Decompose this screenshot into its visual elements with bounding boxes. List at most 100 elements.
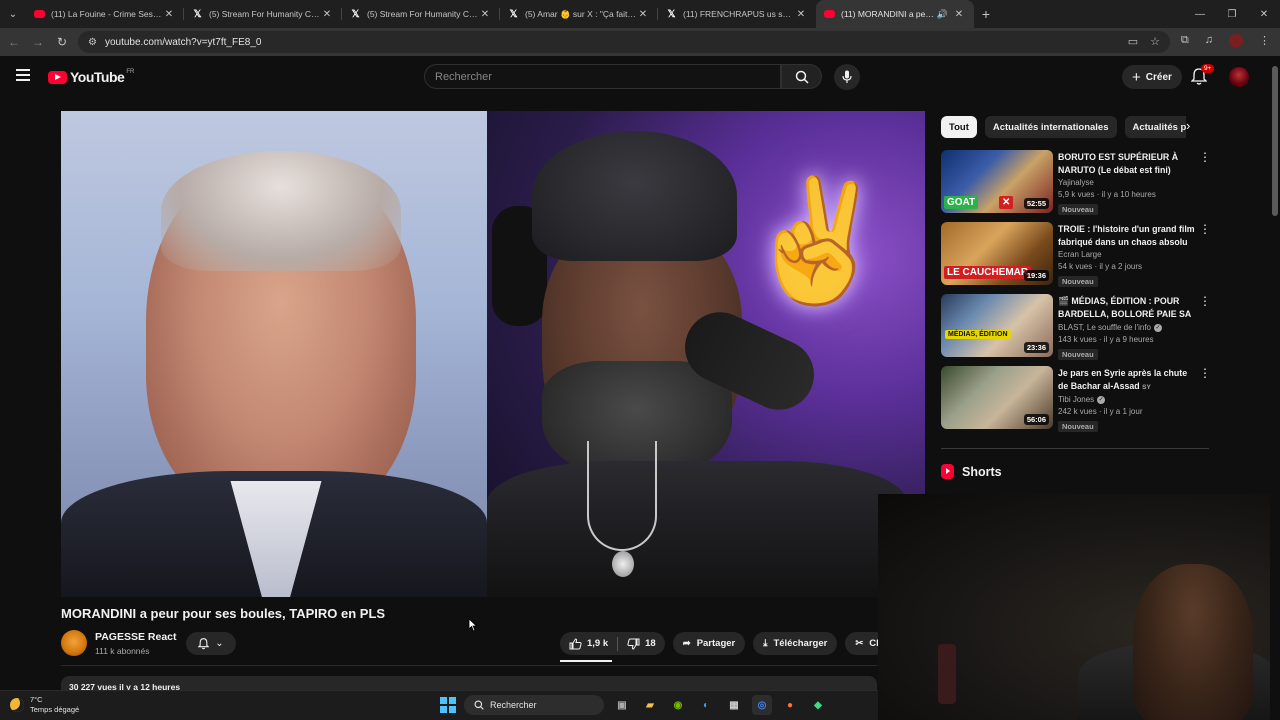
tab-title: (5) Stream For Humanity Clips s	[367, 9, 478, 19]
voice-search-button[interactable]	[834, 64, 860, 90]
divider	[61, 665, 877, 666]
video-player[interactable]: ✌	[61, 111, 925, 597]
task-view-icon[interactable]: ▣	[612, 695, 632, 715]
tab-close-icon[interactable]: ✕	[794, 9, 808, 20]
weather-widget[interactable]: 7°C Temps dégagé	[10, 695, 79, 715]
back-icon[interactable]: ←	[2, 35, 26, 49]
channel-avatar[interactable]	[61, 630, 87, 656]
browser-tab[interactable]: 𝕏 (5) Stream For Humanity Clips s ✕	[342, 0, 500, 28]
recommendation-item[interactable]: GOAT ✕ 52:55 BORUTO EST SUPÉRIEUR À NARU…	[941, 150, 1211, 215]
new-tab-button[interactable]: +	[974, 6, 998, 22]
more-options-icon[interactable]: ⋮	[1199, 295, 1211, 307]
shorts-icon	[941, 464, 954, 479]
recommendation-title[interactable]: BORUTO EST SUPÉRIEUR À NARUTO (Le débat …	[1058, 151, 1198, 176]
menu-icon[interactable]	[16, 69, 30, 81]
download-label: Télécharger	[773, 638, 828, 649]
notifications-button[interactable]: 9+	[1190, 64, 1215, 88]
youtube-logo[interactable]: YouTube FR	[48, 69, 134, 85]
chip-all[interactable]: Tout	[941, 116, 977, 138]
tab-close-icon[interactable]: ✕	[162, 9, 176, 20]
file-explorer-icon[interactable]: ▰	[640, 695, 660, 715]
recommendation-channel[interactable]: Yajinalyse	[1058, 178, 1198, 187]
windows-start-icon[interactable]	[440, 697, 456, 713]
video-thumbnail[interactable]: 56:06	[941, 366, 1053, 429]
nvidia-icon[interactable]: ◉	[668, 695, 688, 715]
chevron-right-icon[interactable]: ›	[1186, 118, 1190, 133]
browser-tab-active[interactable]: (11) MORANDINI a peur pou 🔊 ✕	[816, 0, 974, 28]
recommendation-title[interactable]: 🎬 MÉDIAS, ÉDITION : POUR BARDELLA, BOLLO…	[1058, 295, 1198, 321]
cast-icon[interactable]: ▭	[1128, 35, 1138, 48]
more-options-icon[interactable]: ⋮	[1199, 223, 1211, 235]
tab-close-icon[interactable]: ✕	[636, 9, 650, 20]
store-icon[interactable]: ▦	[724, 695, 744, 715]
mouse-cursor-icon	[468, 618, 478, 632]
recommendation-item[interactable]: MÉDIAS, ÉDITION 23:36 🎬 MÉDIAS, ÉDITION …	[941, 294, 1211, 360]
edge-icon[interactable]: ◐	[696, 695, 716, 715]
app-icon[interactable]: ◆	[808, 695, 828, 715]
x-icon: 𝕏	[667, 8, 676, 20]
browser-menu-icon[interactable]: ⋮	[1259, 34, 1270, 48]
neon-peace-sign: ✌	[742, 174, 892, 308]
tab-search-icon[interactable]: ⌄	[0, 0, 26, 28]
divider	[941, 448, 1209, 449]
download-button[interactable]: ⤓ Télécharger	[753, 632, 838, 655]
media-controls-icon[interactable]: ♫	[1205, 34, 1213, 48]
recommendation-channel[interactable]: BLAST, Le souffle de l'info ✓	[1058, 323, 1198, 332]
scrollbar-thumb[interactable]	[1272, 66, 1278, 216]
tab-close-icon[interactable]: ✕	[478, 9, 492, 20]
subscribed-bell-button[interactable]: ⌄	[186, 632, 236, 655]
subscriber-count: 111 k abonnés	[95, 646, 150, 656]
browser-tab[interactable]: 𝕏 (5) Amar 👶 sur X : "Ça fait des ✕	[500, 0, 658, 28]
profile-avatar[interactable]	[1229, 34, 1243, 48]
recommendation-title[interactable]: TROIE : l'histoire d'un grand film fabri…	[1058, 223, 1198, 248]
reload-icon[interactable]: ↻	[50, 35, 74, 49]
video-thumbnail[interactable]: MÉDIAS, ÉDITION 23:36	[941, 294, 1053, 357]
search-placeholder: Rechercher	[435, 70, 492, 83]
more-options-icon[interactable]: ⋮	[1199, 151, 1211, 163]
chip-political-news[interactable]: Actualités po	[1124, 116, 1186, 138]
chrome-icon[interactable]: ◎	[752, 695, 772, 715]
tab-close-icon[interactable]: ✕	[320, 9, 334, 20]
search-button[interactable]	[781, 64, 822, 89]
speaker-icon[interactable]: 🔊	[937, 9, 948, 20]
close-window-icon[interactable]: ✕	[1248, 0, 1280, 28]
taskbar-search[interactable]: Rechercher	[464, 695, 604, 715]
search-input[interactable]: Rechercher	[424, 64, 781, 89]
channel-name: BLAST, Le souffle de l'info	[1058, 323, 1151, 332]
browser-tab[interactable]: 𝕏 (11) FRENCHRAPUS us sur X : " ✕	[658, 0, 816, 28]
weather-condition: Temps dégagé	[30, 705, 80, 714]
youtube-icon	[824, 10, 835, 18]
site-info-icon[interactable]: ⚙	[88, 37, 97, 48]
recommendation-item[interactable]: 56:06 Je pars en Syrie après la chute de…	[941, 366, 1211, 432]
url-field[interactable]: ⚙ youtube.com/watch?v=yt7ft_FE8_0 ▭ ☆	[78, 31, 1170, 53]
chip-international-news[interactable]: Actualités internationales	[984, 116, 1117, 138]
recommendation-channel[interactable]: Ecran Large	[1058, 250, 1198, 259]
dislike-button[interactable]: 18	[618, 632, 665, 655]
account-avatar[interactable]	[1229, 67, 1249, 87]
browser-tab[interactable]: (11) La Fouine - Crime Session - ✕	[26, 0, 184, 28]
tab-close-icon[interactable]: ✕	[952, 9, 966, 20]
firefox-icon[interactable]: ●	[780, 695, 800, 715]
more-options-icon[interactable]: ⋮	[1199, 367, 1211, 379]
forward-icon[interactable]: →	[26, 35, 50, 49]
maximize-icon[interactable]: ❐	[1216, 0, 1248, 28]
browser-tab[interactable]: 𝕏 (5) Stream For Humanity Clips sur ✕	[184, 0, 342, 28]
bookmark-star-icon[interactable]: ☆	[1150, 35, 1160, 48]
channel-name[interactable]: PAGESSE React	[95, 631, 177, 643]
recommendation-meta: 242 k vues · il y a 1 jour	[1058, 407, 1143, 416]
video-thumbnail[interactable]: GOAT ✕ 52:55	[941, 150, 1053, 213]
x-icon: 𝕏	[351, 8, 360, 20]
create-button[interactable]: + Créer	[1122, 65, 1182, 89]
youtube-masthead: YouTube FR Rechercher + Créer 9+	[0, 56, 1270, 98]
scissors-icon: ✂	[855, 638, 864, 649]
extensions-icon[interactable]: ⧉	[1181, 34, 1189, 48]
page-scrollbar[interactable]	[1270, 56, 1280, 720]
video-thumbnail[interactable]: LE CAUCHEMAR 19:36	[941, 222, 1053, 285]
create-label: Créer	[1145, 71, 1172, 83]
share-button[interactable]: ➦ Partager	[672, 632, 746, 655]
minimize-icon[interactable]: —	[1184, 0, 1216, 28]
recommendation-channel[interactable]: Tibi Jones ✓	[1058, 395, 1198, 404]
recommendation-item[interactable]: LE CAUCHEMAR 19:36 TROIE : l'histoire d'…	[941, 222, 1211, 287]
like-button[interactable]: 1,9 k	[560, 632, 617, 655]
recommendation-title[interactable]: Je pars en Syrie après la chute de Bacha…	[1058, 367, 1198, 393]
